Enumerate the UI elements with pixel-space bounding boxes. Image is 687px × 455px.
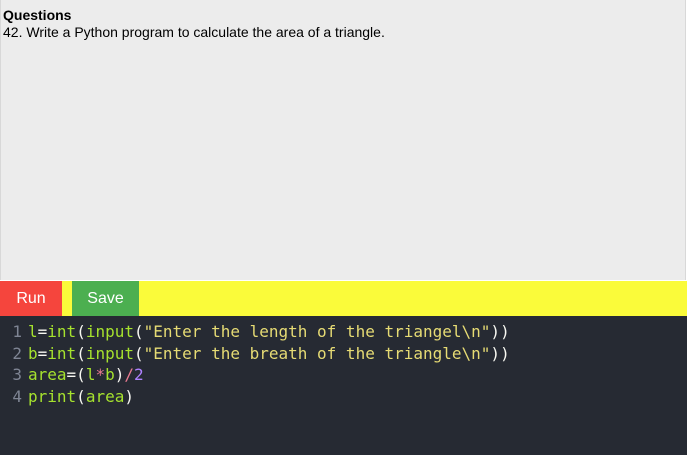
code-text[interactable]: area=(l*b)/2: [28, 365, 144, 384]
line-number: 2: [12, 343, 22, 363]
code-line[interactable]: 2 b=int(input("Enter the breath of the tr…: [0, 343, 687, 365]
line-number: 3: [12, 365, 22, 384]
code-text[interactable]: print(area): [28, 387, 134, 406]
line-number: 1: [12, 322, 22, 341]
code-editor[interactable]: 1 l=int(input("Enter the length of the tr…: [0, 316, 687, 455]
questions-heading: Questions: [3, 7, 72, 23]
editor-toolbar: Run Save: [0, 281, 687, 316]
code-text[interactable]: b=int(input("Enter the breath of the tri…: [28, 344, 510, 363]
save-button[interactable]: Save: [72, 281, 139, 316]
line-number: 4: [12, 386, 22, 406]
code-line[interactable]: 4 print(area): [0, 386, 687, 408]
run-button[interactable]: Run: [0, 281, 62, 316]
question-text: 42. Write a Python program to calculate …: [3, 24, 385, 40]
question-pane: Questions 42. Write a Python program to …: [0, 0, 686, 280]
code-line[interactable]: 1 l=int(input("Enter the length of the tr…: [0, 321, 687, 343]
code-text[interactable]: l=int(input("Enter the length of the tri…: [28, 322, 510, 341]
code-line[interactable]: 3 area=(l*b)/2: [0, 364, 687, 386]
